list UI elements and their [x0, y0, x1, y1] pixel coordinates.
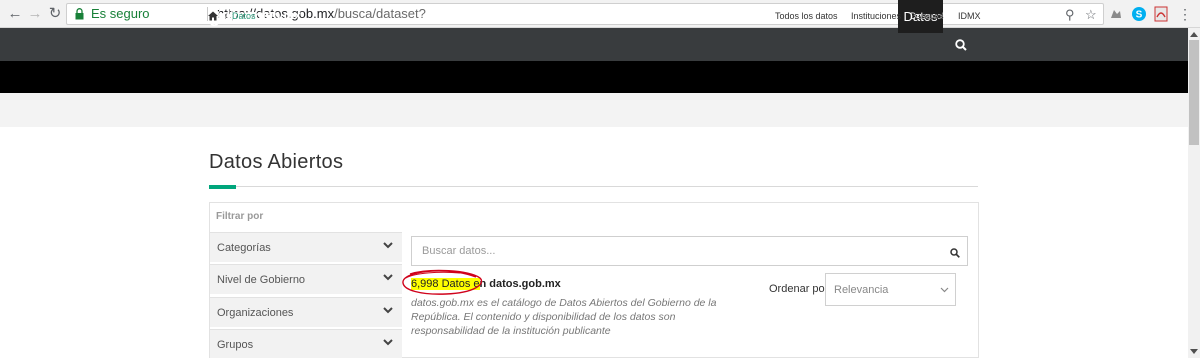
scrollbar-thumb[interactable]: [1189, 40, 1199, 145]
chevron-down-icon: [383, 242, 393, 249]
subnav-datos[interactable]: Datos: [688, 0, 712, 32]
filter-heading: Filtrar por: [216, 211, 264, 222]
lock-icon: [75, 8, 84, 20]
chevron-down-icon: [383, 339, 393, 346]
pdf-icon[interactable]: [1153, 6, 1169, 22]
home-icon[interactable]: [208, 11, 218, 21]
scroll-up-icon[interactable]: [1190, 31, 1198, 37]
filter-label: Categorías: [217, 242, 271, 254]
breadcrumb-separator: /: [225, 11, 228, 21]
menu-dots-icon[interactable]: ⋮: [1176, 5, 1194, 23]
link-idmx[interactable]: IDMX: [958, 11, 981, 21]
extension-icon[interactable]: [1108, 6, 1124, 22]
bookmark-star-icon[interactable]: ☆: [1085, 5, 1097, 25]
link-instituciones[interactable]: Instituciones: [851, 11, 901, 21]
link-grupos[interactable]: Grupos: [914, 11, 944, 21]
title-divider: [209, 186, 978, 187]
subnav-blog[interactable]: Blog: [730, 0, 748, 32]
page-title: Datos Abiertos: [209, 151, 344, 173]
filter-organizaciones[interactable]: Organizaciones: [210, 297, 402, 327]
zoom-icon[interactable]: ⚲: [1065, 5, 1075, 25]
filter-grupos[interactable]: Grupos: [210, 329, 402, 358]
result-description: datos.gob.mx es el catálogo de Datos Abi…: [411, 297, 717, 337]
filter-label: Nivel de Gobierno: [217, 274, 306, 286]
secure-label: Es seguro: [91, 6, 150, 21]
chevron-down-icon: [383, 274, 393, 281]
result-count-rest: n datos.gob.mx: [479, 278, 561, 290]
chevron-down-icon: [940, 287, 949, 293]
sort-select[interactable]: Relevancia: [825, 273, 956, 306]
skype-icon[interactable]: S: [1131, 6, 1147, 22]
datos-header: [0, 61, 1188, 93]
gob-header: [0, 28, 1188, 61]
annotation-circle: [402, 269, 483, 295]
breadcrumb: [0, 93, 1188, 127]
filter-nivel-de-gobierno[interactable]: Nivel de Gobierno: [210, 264, 402, 294]
chevron-down-icon: [383, 307, 393, 314]
sort-value: Relevancia: [834, 284, 889, 296]
reload-icon[interactable]: ↻: [46, 5, 64, 23]
filter-categorias[interactable]: Categorías: [210, 232, 402, 262]
search-icon[interactable]: [950, 248, 960, 258]
svg-text:S: S: [1136, 10, 1143, 21]
link-todos-los-datos[interactable]: Todos los datos: [775, 11, 838, 21]
filter-label: Organizaciones: [217, 307, 294, 319]
scroll-down-icon[interactable]: [1190, 349, 1198, 355]
back-arrow-icon[interactable]: ←: [6, 5, 24, 23]
sort-label: Ordenar por: [769, 283, 829, 295]
header-search-icon[interactable]: [955, 39, 967, 51]
filter-label: Grupos: [217, 339, 254, 351]
search-input[interactable]: [411, 236, 968, 266]
breadcrumb-current[interactable]: Datos: [232, 11, 256, 21]
url-path: /busca/dataset?: [334, 6, 426, 21]
title-accent-bar: [209, 185, 236, 189]
forward-arrow-icon[interactable]: →: [26, 5, 44, 23]
